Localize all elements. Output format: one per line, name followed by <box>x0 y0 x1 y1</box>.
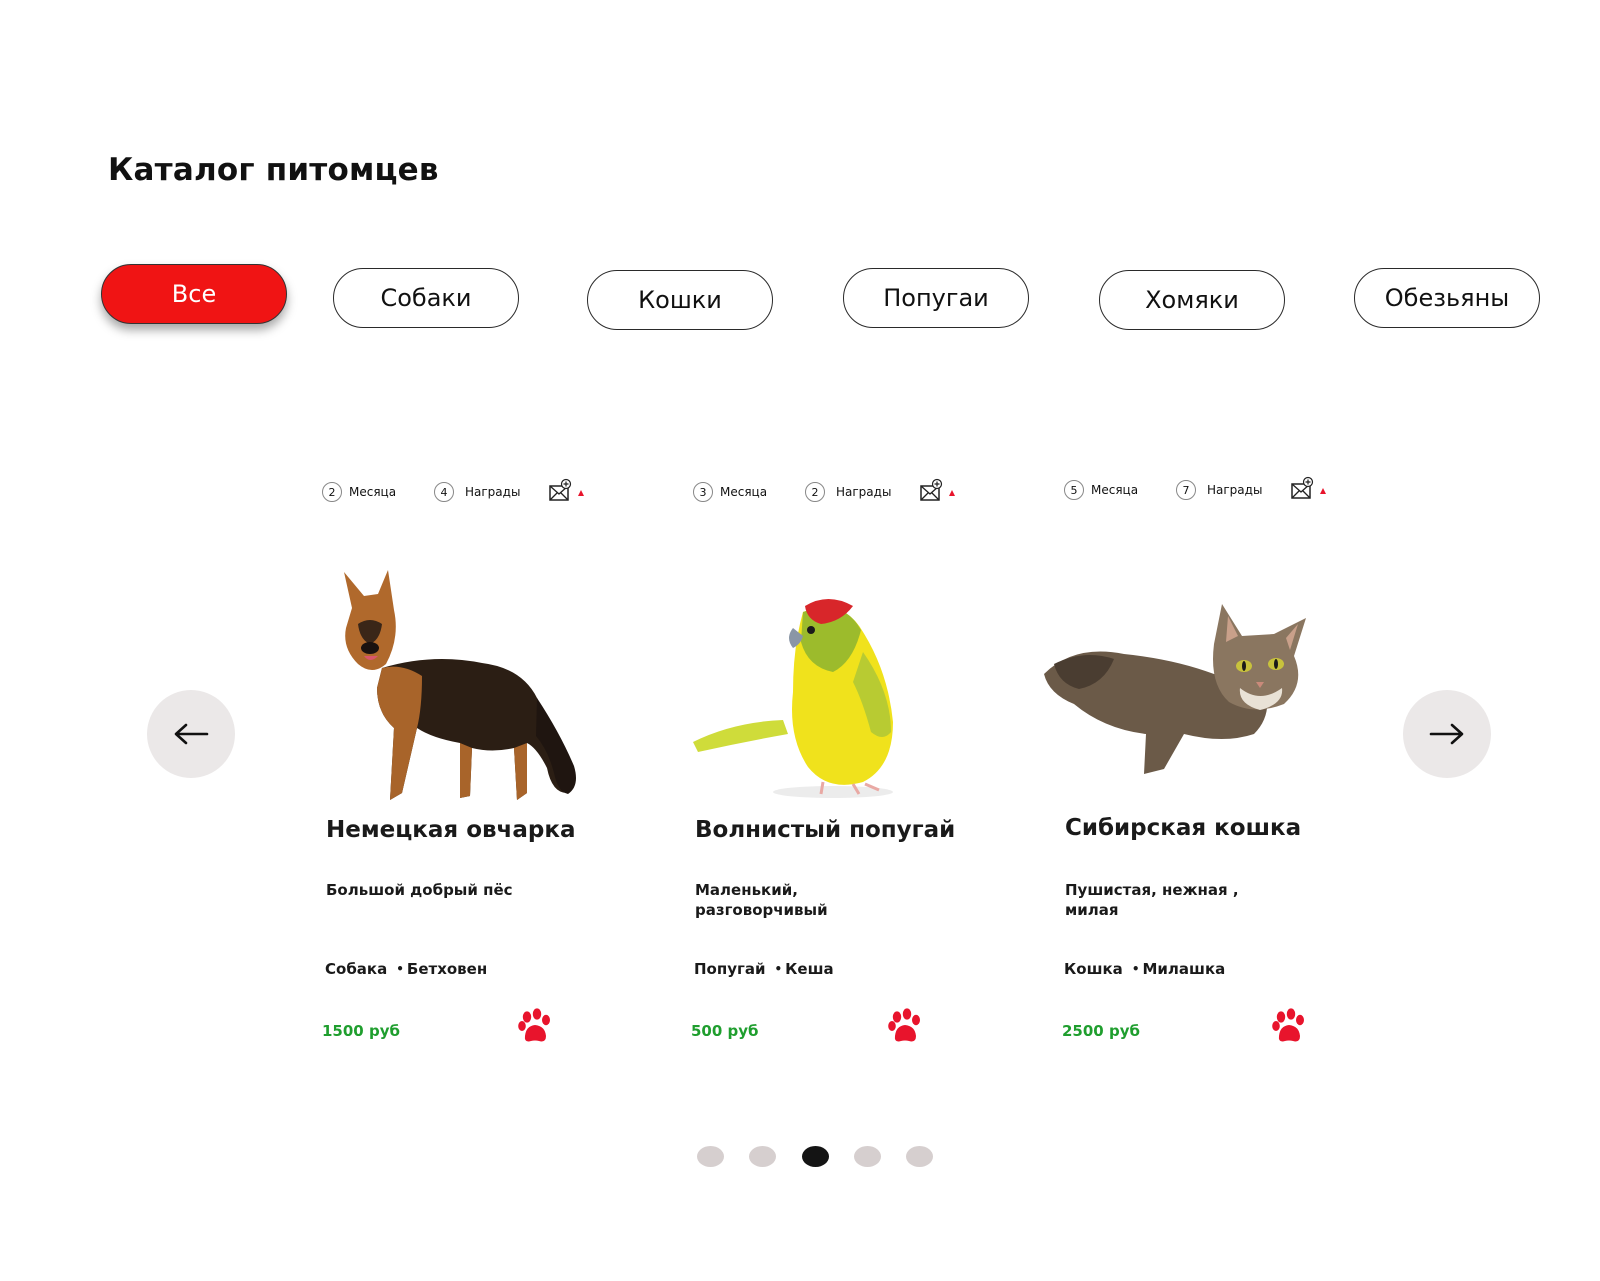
pet-name[interactable]: Волнистый попугай <box>695 817 955 843</box>
mail-notification-icon[interactable] <box>548 478 586 504</box>
pet-card[interactable]: 5 Месяца 7 Награды Сибирская кошка Пушис… <box>1044 476 1364 1080</box>
pet-nickname: Бетховен <box>406 960 488 978</box>
card-meta: 3 Месяца 2 Награды <box>693 478 993 504</box>
mail-notification-icon[interactable] <box>919 478 957 504</box>
carousel-next-button[interactable] <box>1403 690 1491 778</box>
age-count-badge: 3 <box>693 482 713 502</box>
pagination-dot[interactable] <box>906 1146 933 1167</box>
german-shepherd-photo <box>344 570 576 800</box>
pagination-dot[interactable] <box>697 1146 724 1167</box>
pet-description: Пушистая, нежная , милая <box>1065 881 1239 919</box>
age-label: Месяца <box>349 485 397 499</box>
filter-hamsters-button[interactable]: Хомяки <box>1099 270 1285 330</box>
pagination-dot-active[interactable] <box>802 1146 829 1167</box>
mail-notification-icon[interactable] <box>1290 476 1328 502</box>
filter-all-button[interactable]: Все <box>101 264 287 324</box>
pet-description: Большой добрый пёс <box>326 881 513 899</box>
paw-icon[interactable] <box>888 1008 922 1044</box>
filter-parrots-button[interactable]: Попугаи <box>843 268 1029 328</box>
filter-monkeys-button[interactable]: Обезьяны <box>1354 268 1540 328</box>
tag-separator: • <box>774 962 783 976</box>
pet-nickname: Милашка <box>1142 960 1226 978</box>
page-title: Каталог питомцев <box>108 152 439 188</box>
pet-tags: Кошка • Милашка <box>1064 960 1225 978</box>
age-count-badge: 5 <box>1064 480 1084 500</box>
carousel-prev-button[interactable] <box>147 690 235 778</box>
pet-tags: Попугай • Кеша <box>694 960 834 978</box>
pet-card[interactable]: 2 Месяца 4 Награды Немецкая овчарка Боль… <box>322 478 622 1082</box>
age-label: Месяца <box>1091 483 1139 497</box>
pet-price: 2500 руб <box>1062 1022 1140 1040</box>
siberian-cat-photo <box>1044 604 1306 774</box>
pet-nickname: Кеша <box>785 960 834 978</box>
awards-count-badge: 7 <box>1176 480 1196 500</box>
tag-separator: • <box>1131 962 1140 976</box>
awards-count-badge: 2 <box>805 482 825 502</box>
age-count-badge: 2 <box>322 482 342 502</box>
pet-type: Попугай <box>694 960 766 978</box>
pet-tags: Собака • Бетховен <box>325 960 487 978</box>
arrow-right-icon <box>1429 723 1464 745</box>
pet-name[interactable]: Немецкая овчарка <box>326 817 575 843</box>
pet-type: Кошка <box>1064 960 1123 978</box>
filter-dogs-button[interactable]: Собаки <box>333 268 519 328</box>
awards-label: Награды <box>465 485 521 499</box>
pet-card[interactable]: 3 Месяца 2 Награды Волнистый попугай Мал… <box>691 478 993 1082</box>
pet-price: 500 руб <box>691 1022 759 1040</box>
pet-catalog-page: Каталог питомцев Все Собаки Кошки Попуга… <box>0 0 1600 1281</box>
pagination-dot[interactable] <box>854 1146 881 1167</box>
awards-count-badge: 4 <box>434 482 454 502</box>
pet-type: Собака <box>325 960 388 978</box>
arrow-left-icon <box>174 723 209 745</box>
tag-separator: • <box>396 962 404 976</box>
age-label: Месяца <box>720 485 768 499</box>
card-meta: 2 Месяца 4 Награды <box>322 478 622 504</box>
budgie-photo <box>693 599 893 798</box>
awards-label: Награды <box>836 485 892 499</box>
filter-cats-button[interactable]: Кошки <box>587 270 773 330</box>
pagination-dot[interactable] <box>749 1146 776 1167</box>
paw-icon[interactable] <box>1272 1008 1306 1044</box>
pet-price: 1500 руб <box>322 1022 400 1040</box>
pet-description: Маленький, разговорчивый <box>695 881 828 919</box>
paw-icon[interactable] <box>518 1008 552 1044</box>
pet-name[interactable]: Сибирская кошка <box>1065 815 1301 841</box>
card-meta: 5 Месяца 7 Награды <box>1064 476 1364 502</box>
awards-label: Награды <box>1207 483 1263 497</box>
